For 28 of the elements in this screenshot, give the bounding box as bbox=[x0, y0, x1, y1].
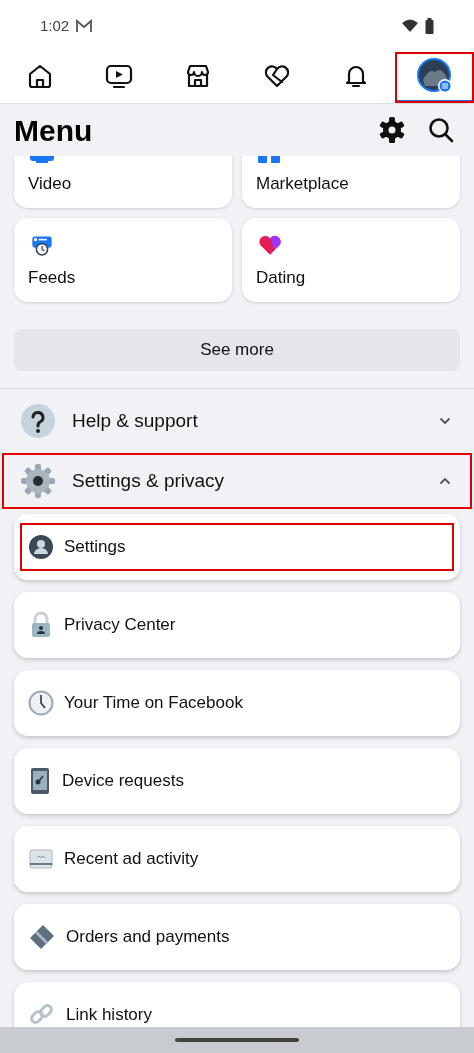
help-icon bbox=[20, 403, 56, 439]
menu-section[interactable]: Help & support bbox=[2, 393, 472, 449]
shortcut-card[interactable]: Feeds bbox=[14, 218, 232, 302]
link-icon bbox=[28, 1001, 56, 1027]
shortcut-card[interactable]: Dating bbox=[242, 218, 460, 302]
video-screen-icon bbox=[103, 62, 134, 90]
profile-icon bbox=[28, 534, 54, 560]
shortcut-card[interactable]: Marketplace bbox=[242, 156, 460, 208]
phone-key-icon bbox=[28, 767, 52, 795]
avatar-icon bbox=[416, 58, 453, 94]
battery-icon bbox=[425, 18, 434, 34]
menu-section[interactable]: Settings & privacy bbox=[2, 453, 472, 509]
video-icon bbox=[28, 156, 56, 163]
search-button[interactable] bbox=[428, 117, 454, 143]
status-time: 1:02 bbox=[40, 15, 70, 36]
wifi-icon bbox=[401, 19, 419, 33]
heart-icon bbox=[256, 234, 284, 257]
settings-item[interactable]: Settings bbox=[20, 523, 454, 571]
settings-button[interactable] bbox=[378, 116, 406, 144]
monitor-icon bbox=[28, 847, 54, 871]
gear-icon bbox=[20, 463, 56, 499]
clock-icon bbox=[28, 690, 54, 716]
credit-card-icon bbox=[28, 923, 56, 951]
see-more-button[interactable]: See more bbox=[14, 329, 460, 371]
mail-icon bbox=[75, 19, 94, 33]
page-title: Menu bbox=[14, 112, 93, 149]
shortcut-card[interactable]: Video bbox=[14, 156, 232, 208]
nav-tab[interactable] bbox=[395, 52, 474, 103]
